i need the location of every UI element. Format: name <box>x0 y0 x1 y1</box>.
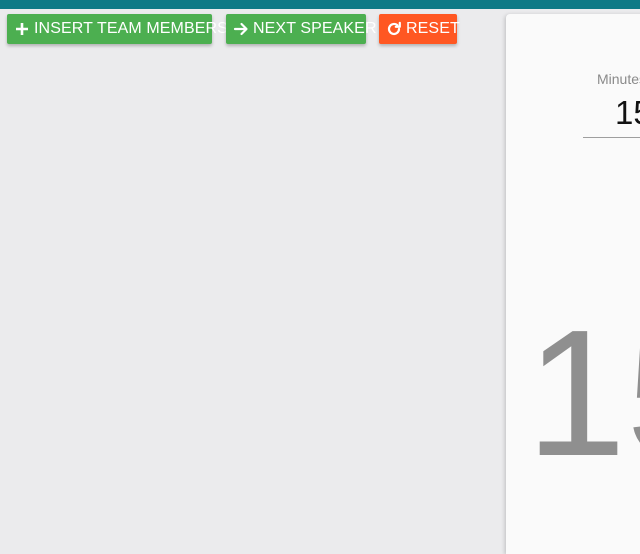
refresh-icon <box>386 21 402 37</box>
reset-label: RESET <box>406 20 460 37</box>
arrow-right-icon <box>233 21 249 37</box>
insert-team-members-label: INSERT TEAM MEMBERS <box>34 20 228 37</box>
minutes-input[interactable] <box>583 88 640 138</box>
reset-button[interactable]: RESET <box>379 14 460 44</box>
countdown-display: 15 <box>526 293 640 494</box>
next-speaker-label: NEXT SPEAKER <box>253 20 377 37</box>
minutes-label: Minutes <box>597 71 640 87</box>
timer-panel: Minutes 15 <box>506 14 640 554</box>
plus-icon <box>14 21 30 37</box>
next-speaker-button[interactable]: NEXT SPEAKER <box>226 14 377 44</box>
insert-team-members-button[interactable]: INSERT TEAM MEMBERS <box>7 14 228 44</box>
